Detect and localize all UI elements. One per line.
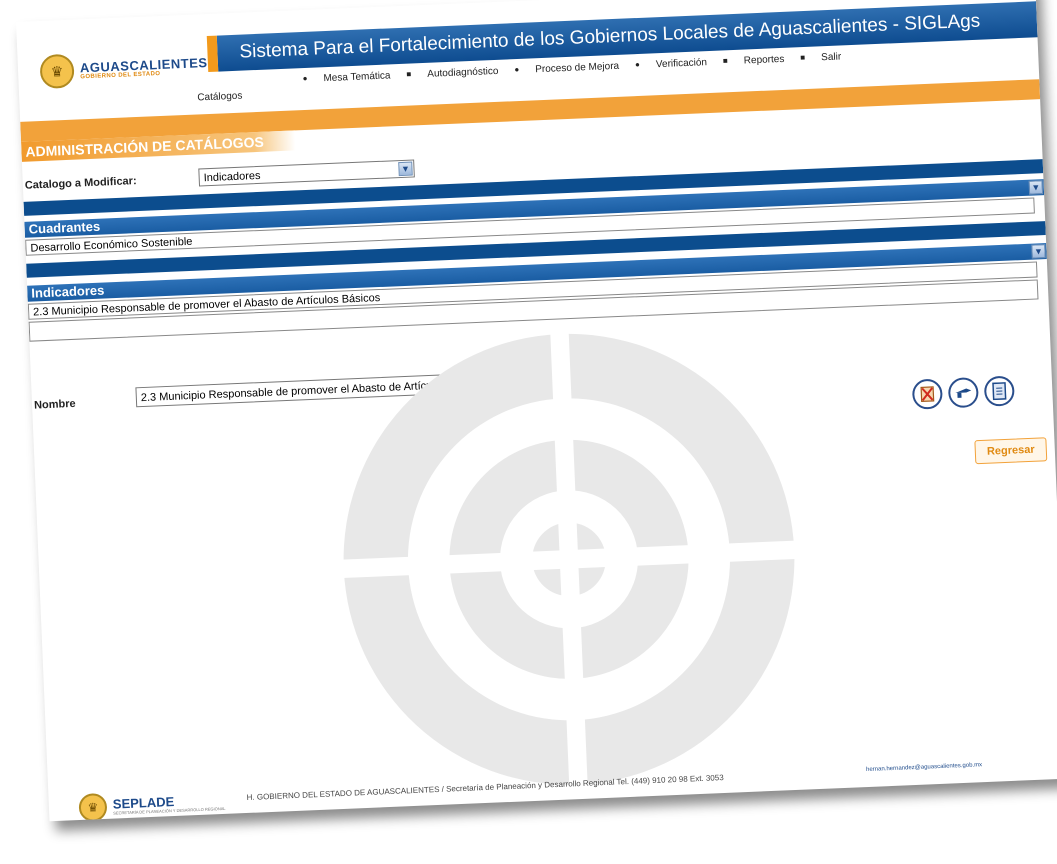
- nombre-label: Nombre: [33, 397, 76, 412]
- nav-item-mesa-tematica[interactable]: Mesa Temática: [323, 70, 390, 84]
- nav-bullet: ●: [634, 59, 641, 70]
- regresar-button[interactable]: Regresar: [974, 437, 1048, 465]
- crest-icon: ♛: [78, 792, 108, 822]
- watermark-target-icon: [338, 329, 800, 790]
- indicadores-title: Indicadores: [31, 282, 105, 301]
- nav-bullet: ■: [722, 56, 728, 66]
- nav-item-reportes[interactable]: Reportes: [744, 54, 785, 67]
- seplade-logo: ♛ SEPLADE SECRETARÍA DE PLANEACIÓN Y DES…: [78, 788, 226, 822]
- edit-button[interactable]: [947, 377, 979, 409]
- nav-item-catalogos[interactable]: Catálogos: [197, 91, 242, 104]
- nav-item-autodiagnostico[interactable]: Autodiagnóstico: [427, 66, 499, 80]
- nav-bullet: ■: [406, 69, 412, 79]
- cuadrantes-title: Cuadrantes: [28, 218, 101, 237]
- document-icon: [992, 382, 1007, 401]
- page-sheet: ♛ AGUASCALIENTES GOBIERNO DEL ESTADO Sis…: [16, 0, 1057, 822]
- footer-email-link[interactable]: hernan.hernandez@aguascalientes.gob.mx: [866, 762, 982, 773]
- nav-item-verificacion[interactable]: Verificación: [656, 57, 708, 70]
- chevron-down-icon[interactable]: ▼: [1031, 244, 1046, 259]
- crest-icon: ♛: [39, 53, 75, 90]
- nav-item-proceso-mejora[interactable]: Proceso de Mejora: [535, 61, 619, 76]
- footer-text: H. GOBIERNO DEL ESTADO DE AGUASCALIENTES…: [246, 773, 724, 803]
- nav-item-salir[interactable]: Salir: [821, 51, 841, 63]
- delete-button[interactable]: [911, 378, 943, 410]
- catalog-select[interactable]: Indicadores ▼: [198, 159, 415, 187]
- delete-icon: [920, 386, 935, 403]
- orange-divider: [20, 79, 1041, 142]
- nav-bullet: ●: [302, 73, 308, 84]
- state-logo: ♛ AGUASCALIENTES GOBIERNO DEL ESTADO: [39, 48, 208, 90]
- nav-bullet: ●: [514, 64, 520, 75]
- catalog-label: Catalogo a Modificar:: [24, 175, 137, 192]
- catalog-select-value: Indicadores: [203, 169, 261, 185]
- chevron-down-icon[interactable]: ▼: [1028, 180, 1044, 195]
- document-button[interactable]: [983, 375, 1015, 407]
- nav-bullet: ■: [800, 52, 806, 63]
- chevron-down-icon[interactable]: ▼: [398, 161, 413, 177]
- edit-icon: [955, 388, 972, 398]
